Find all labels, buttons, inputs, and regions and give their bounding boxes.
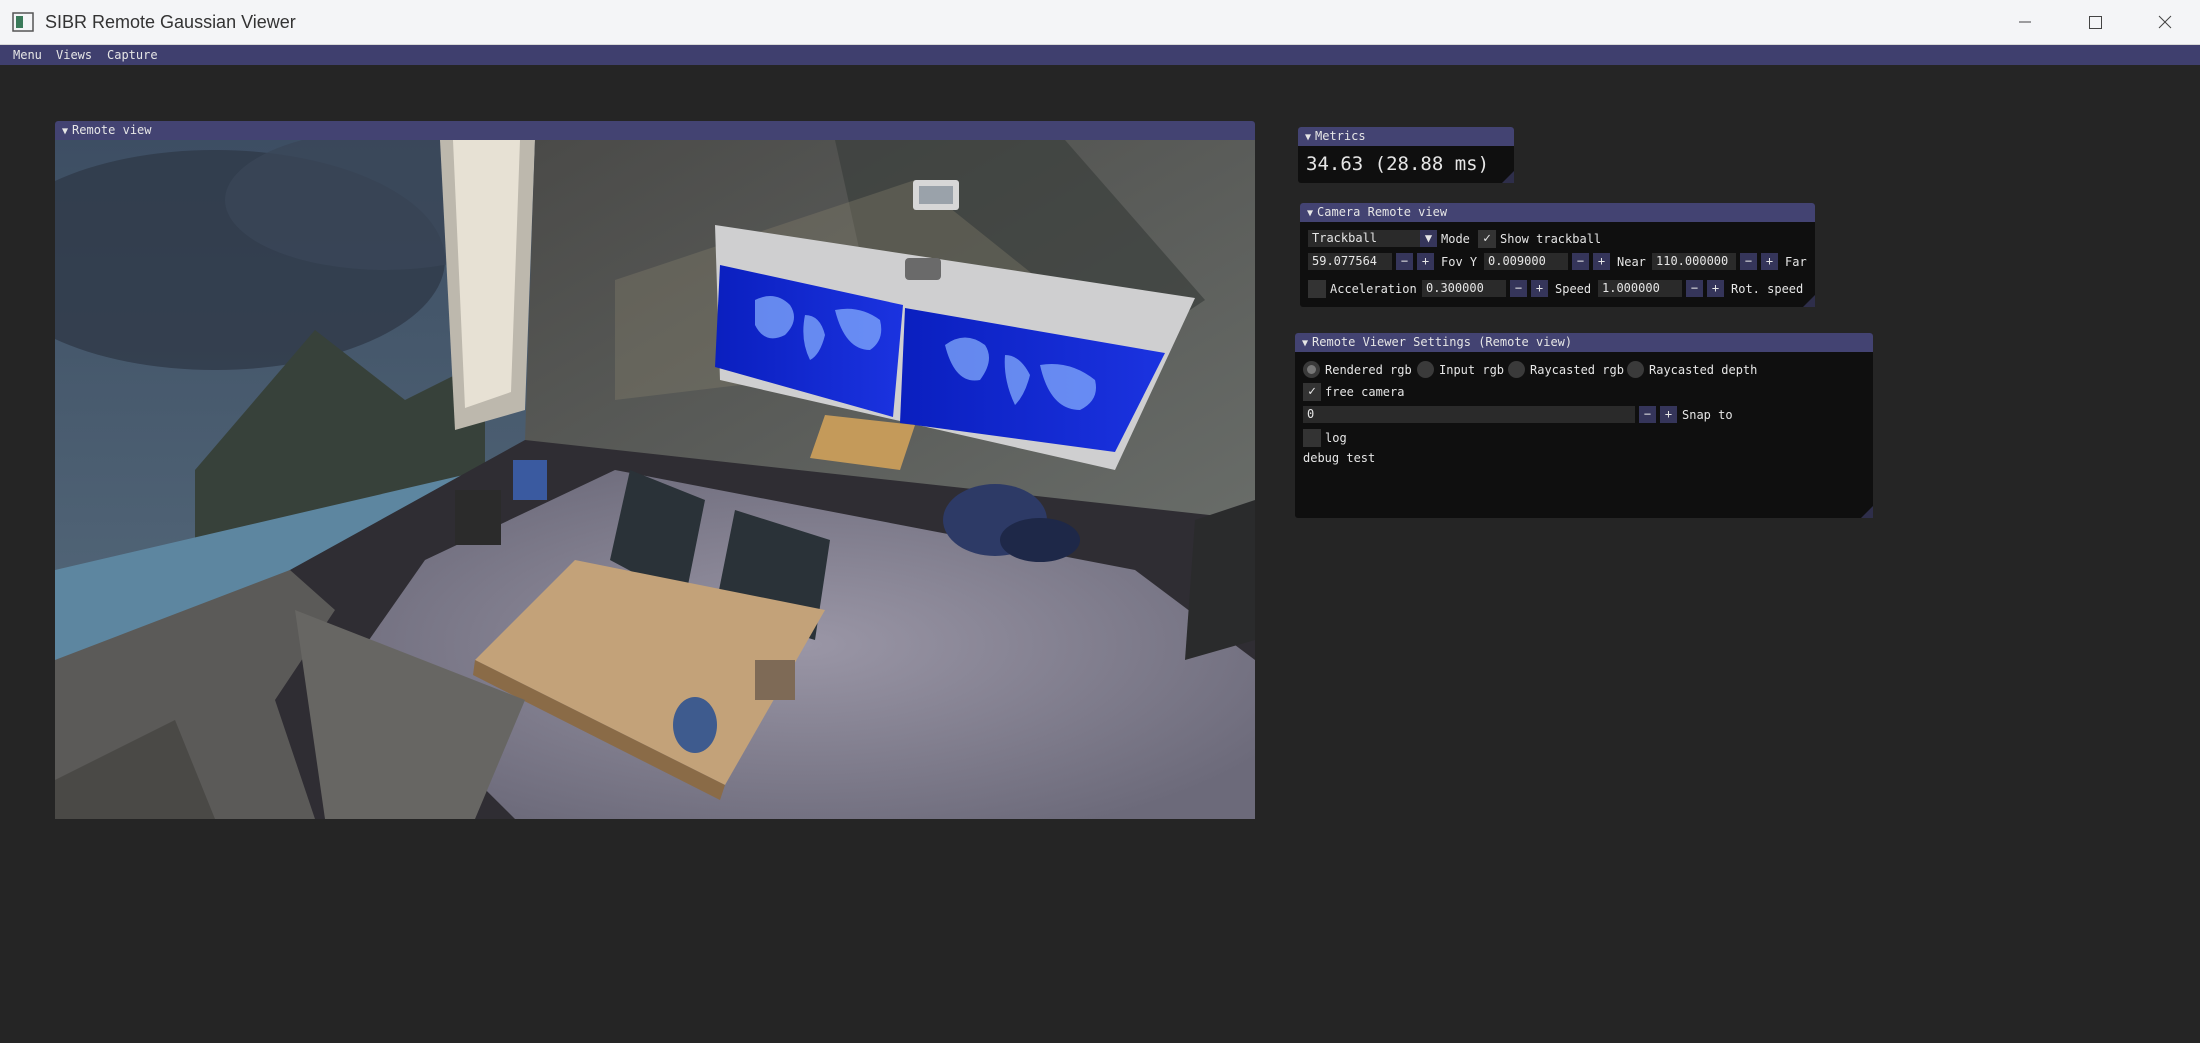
remote-render-view[interactable]	[55, 140, 1255, 819]
far-decrement-button[interactable]: −	[1740, 253, 1757, 270]
checkmark-icon: ✓	[1483, 231, 1491, 246]
radio-raycasted-rgb[interactable]	[1508, 361, 1525, 378]
resize-grip[interactable]	[1861, 506, 1873, 518]
radio-rendered-rgb-label: Rendered rgb	[1325, 363, 1412, 377]
snap-increment-button[interactable]: +	[1660, 406, 1677, 423]
near-decrement-button[interactable]: −	[1572, 253, 1589, 270]
close-button[interactable]	[2130, 0, 2200, 45]
maximize-button[interactable]	[2060, 0, 2130, 45]
free-camera-label: free camera	[1325, 385, 1405, 399]
resize-grip[interactable]	[1803, 295, 1815, 307]
snap-decrement-button[interactable]: −	[1639, 406, 1656, 423]
mode-select-value: Trackball	[1312, 231, 1378, 245]
far-input[interactable]: 110.000000	[1652, 253, 1736, 270]
acceleration-input[interactable]: 0.300000	[1422, 280, 1506, 297]
near-label: Near	[1617, 255, 1646, 269]
mode-select[interactable]: Trackball	[1308, 230, 1430, 247]
rot-speed-label: Rot. speed	[1731, 282, 1804, 296]
acceleration-increment-button[interactable]: +	[1531, 280, 1548, 297]
minimize-button[interactable]	[1990, 0, 2060, 45]
checkmark-icon: ✓	[1308, 384, 1316, 399]
maximize-icon	[2089, 16, 2102, 29]
main-menubar: Menu Views Capture	[0, 45, 2200, 65]
collapse-triangle-icon[interactable]: ▼	[1307, 204, 1313, 223]
show-trackball-label: Show trackball	[1500, 232, 1602, 246]
speed-increment-button[interactable]: +	[1707, 280, 1724, 297]
show-trackball-checkbox[interactable]: ✓	[1478, 230, 1496, 248]
window-title: SIBR Remote Gaussian Viewer	[45, 12, 296, 32]
mode-label: Mode	[1441, 232, 1470, 246]
close-icon	[2158, 15, 2172, 29]
menu-item-capture[interactable]: Capture	[107, 45, 158, 65]
radio-raycasted-depth-label: Raycasted depth	[1649, 363, 1758, 377]
fov-input[interactable]: 59.077564	[1308, 253, 1392, 270]
fov-label: Fov Y	[1441, 255, 1478, 269]
resize-grip[interactable]	[1502, 171, 1514, 183]
collapse-triangle-icon[interactable]: ▼	[1305, 128, 1311, 147]
log-checkbox[interactable]	[1303, 429, 1321, 447]
remote-view-titlebar[interactable]: ▼ Remote view	[55, 121, 1255, 140]
metrics-window: ▼ Metrics 34.63 (28.88 ms)	[1298, 127, 1514, 183]
menu-item-views[interactable]: Views	[56, 45, 92, 65]
log-label: log	[1325, 431, 1347, 445]
snap-to-label: Snap to	[1682, 408, 1733, 422]
minimize-icon	[2019, 21, 2031, 23]
acceleration-label: Acceleration	[1330, 282, 1417, 296]
radio-input-rgb-label: Input rgb	[1439, 363, 1505, 377]
far-increment-button[interactable]: +	[1761, 253, 1778, 270]
camera-title: Camera Remote view	[1317, 205, 1448, 219]
fov-increment-button[interactable]: +	[1417, 253, 1434, 270]
near-input[interactable]: 0.009000	[1484, 253, 1568, 270]
free-camera-checkbox[interactable]: ✓	[1303, 383, 1321, 401]
speed-label: Speed	[1555, 282, 1592, 296]
window-titlebar: SIBR Remote Gaussian Viewer	[0, 0, 2200, 45]
collapse-triangle-icon[interactable]: ▼	[1302, 334, 1308, 353]
speed-decrement-button[interactable]: −	[1686, 280, 1703, 297]
radio-rendered-rgb[interactable]	[1303, 361, 1320, 378]
metrics-titlebar[interactable]: ▼ Metrics	[1298, 127, 1514, 146]
rendered-scene-image	[55, 140, 1255, 819]
metrics-title: Metrics	[1315, 129, 1366, 143]
camera-titlebar[interactable]: ▼ Camera Remote view	[1300, 203, 1815, 222]
radio-input-rgb[interactable]	[1417, 361, 1434, 378]
near-increment-button[interactable]: +	[1593, 253, 1610, 270]
settings-titlebar[interactable]: ▼ Remote Viewer Settings (Remote view)	[1295, 333, 1873, 352]
chevron-down-icon[interactable]: ▼	[1420, 230, 1437, 247]
acceleration-decrement-button[interactable]: −	[1510, 280, 1527, 297]
camera-window: ▼ Camera Remote view Trackball ▼ Mode ✓ S…	[1300, 203, 1815, 307]
fov-decrement-button[interactable]: −	[1396, 253, 1413, 270]
settings-title: Remote Viewer Settings (Remote view)	[1312, 335, 1573, 349]
speed-input[interactable]: 1.000000	[1598, 280, 1682, 297]
snap-input[interactable]: 0	[1303, 406, 1635, 423]
far-label: Far	[1785, 255, 1807, 269]
menu-item-menu[interactable]: Menu	[13, 45, 42, 65]
app-icon	[12, 12, 34, 32]
radio-raycasted-rgb-label: Raycasted rgb	[1530, 363, 1624, 377]
collapse-triangle-icon[interactable]: ▼	[62, 122, 68, 141]
remote-view-title: Remote view	[72, 123, 152, 137]
remote-viewer-settings-window: ▼ Remote Viewer Settings (Remote view) Re…	[1295, 333, 1873, 518]
fps-readout: 34.63 (28.88 ms)	[1306, 153, 1490, 175]
acceleration-checkbox[interactable]	[1308, 280, 1326, 298]
radio-raycasted-depth[interactable]	[1627, 361, 1644, 378]
debug-text: debug test	[1303, 451, 1376, 465]
